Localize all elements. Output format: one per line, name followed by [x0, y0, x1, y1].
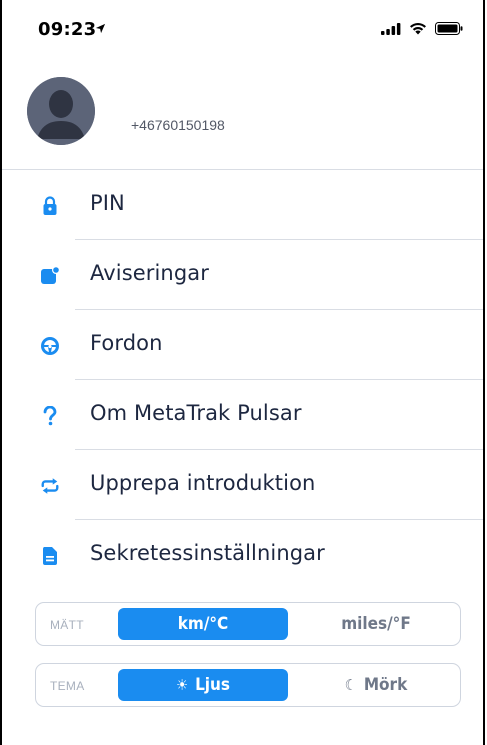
phone-number: +46760150198: [131, 117, 225, 133]
battery-icon: [435, 22, 463, 35]
units-segmented-control: MÄTT km/°C miles/°F: [35, 602, 461, 646]
person-silhouette-icon: [27, 77, 95, 145]
sun-icon: ☀: [175, 676, 189, 694]
menu-item-pin[interactable]: PIN: [2, 170, 483, 240]
theme-title: TEMA: [50, 679, 85, 693]
units-option-imperial-label: miles/°F: [341, 614, 411, 634]
lock-icon: [40, 196, 60, 216]
steering-wheel-icon: [40, 336, 60, 356]
menu-item-label: Fordon: [90, 331, 163, 355]
theme-segmented-control: TEMA ☀ Ljus ☾ Mörk: [35, 663, 461, 707]
units-option-metric[interactable]: km/°C: [118, 608, 288, 640]
question-icon: [40, 406, 60, 426]
menu-item-label: Aviseringar: [90, 261, 209, 285]
theme-option-dark-label: Mörk: [363, 675, 408, 695]
menu-item-repeat-intro[interactable]: Upprepa introduktion: [2, 450, 483, 520]
notification-icon: [40, 266, 60, 286]
menu-item-label: PIN: [90, 191, 125, 215]
menu-item-label: Upprepa introduktion: [90, 471, 316, 495]
theme-option-light[interactable]: ☀ Ljus: [118, 669, 288, 701]
repeat-icon: [40, 476, 60, 496]
units-option-metric-label: km/°C: [177, 614, 229, 634]
status-bar: 09:23: [2, 0, 483, 58]
status-time: 09:23: [38, 19, 97, 40]
location-arrow-icon: [95, 23, 106, 34]
units-title: MÄTT: [50, 618, 84, 632]
profile-header[interactable]: +46760150198: [2, 72, 483, 172]
menu-item-privacy-settings[interactable]: Sekretessinställningar: [2, 520, 483, 590]
status-indicators: [381, 22, 463, 35]
moon-icon: ☾: [344, 676, 357, 694]
theme-option-dark[interactable]: ☾ Mörk: [298, 669, 454, 701]
menu-item-vehicles[interactable]: Fordon: [2, 310, 483, 380]
units-option-imperial[interactable]: miles/°F: [298, 608, 454, 640]
app-frame: 09:23 +46760150198 PIN Aviseringar Fordo…: [0, 0, 485, 745]
signal-icon: [381, 22, 401, 35]
avatar[interactable]: [27, 77, 95, 145]
menu-item-label: Sekretessinställningar: [90, 541, 325, 565]
wifi-icon: [410, 22, 426, 35]
menu-item-notifications[interactable]: Aviseringar: [2, 240, 483, 310]
menu-item-about[interactable]: Om MetaTrak Pulsar: [2, 380, 483, 450]
theme-option-light-label: Ljus: [195, 675, 231, 695]
document-icon: [40, 546, 60, 566]
settings-menu: PIN Aviseringar Fordon Om MetaTrak Pulsa…: [2, 170, 483, 590]
menu-item-label: Om MetaTrak Pulsar: [90, 401, 302, 425]
